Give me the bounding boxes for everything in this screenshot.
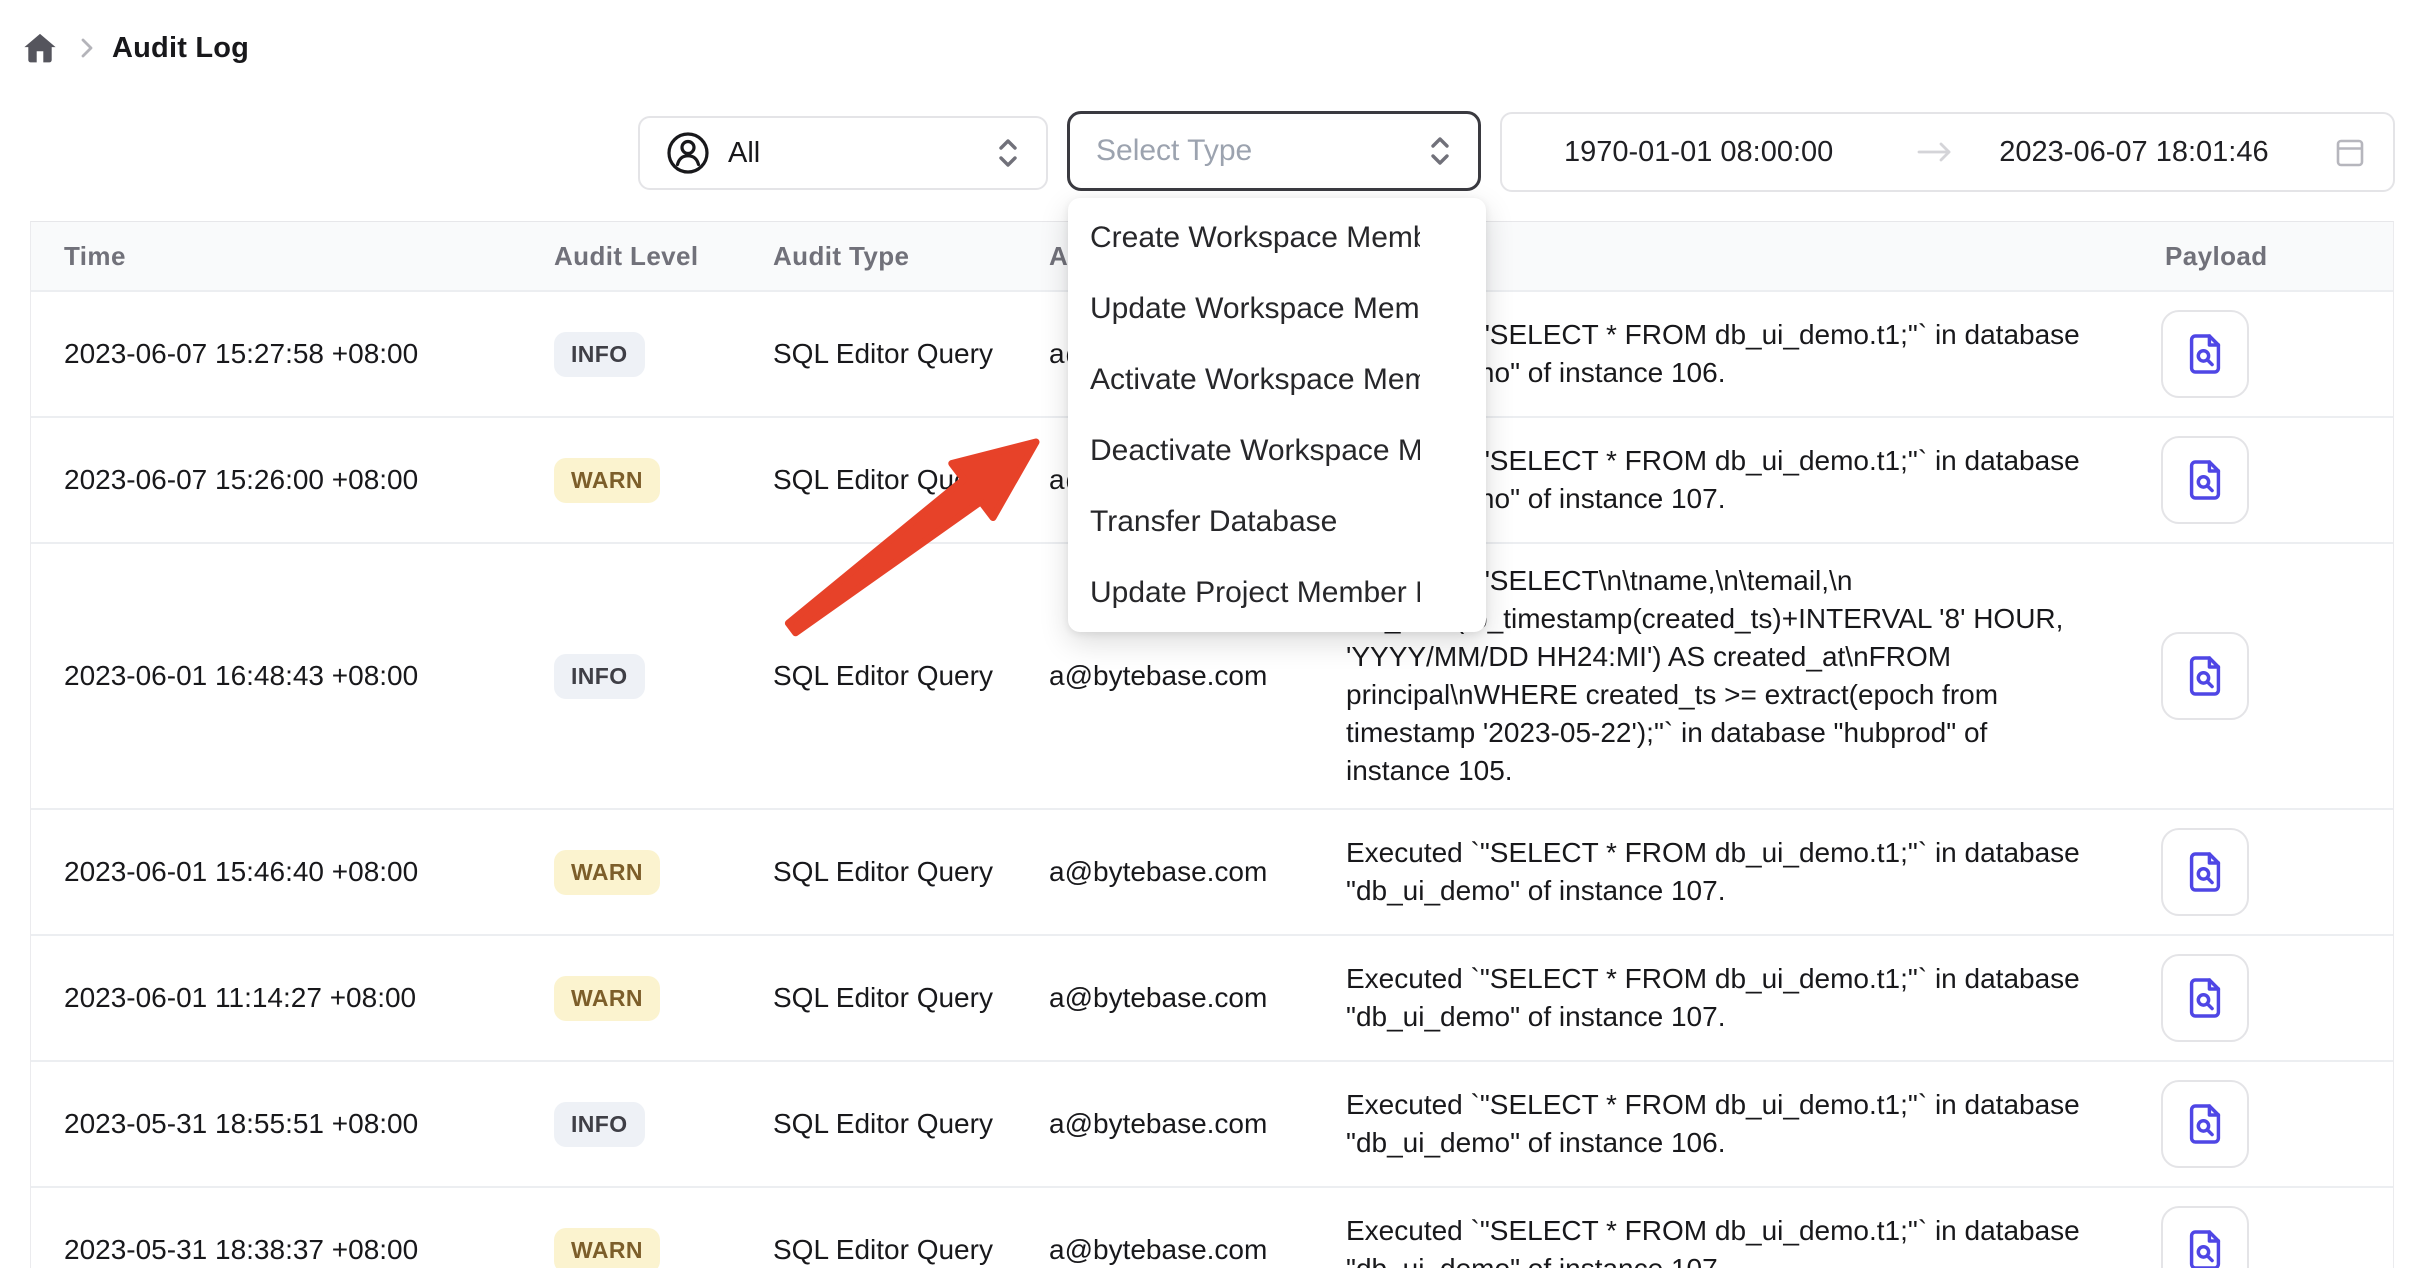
audit-level-badge: WARN xyxy=(554,850,660,895)
dropdown-option[interactable]: Transfer Database xyxy=(1068,486,1486,557)
cell-actor: a@bytebase.com xyxy=(1049,982,1346,1014)
cell-comment: Executed `"SELECT * FROM db_ui_demo.t1;"… xyxy=(1346,960,2161,1036)
file-search-icon xyxy=(2182,331,2228,377)
actor-filter-select[interactable]: All xyxy=(638,116,1048,190)
cell-comment: Executed `"SELECT * FROM db_ui_demo.t1;"… xyxy=(1346,834,2161,910)
date-range-end[interactable]: 2023-06-07 18:01:46 xyxy=(1999,136,2268,169)
cell-audit-level: INFO xyxy=(554,654,773,699)
dropdown-option[interactable]: Create Workspace Member xyxy=(1068,202,1486,273)
cell-audit-type: SQL Editor Query xyxy=(773,982,1049,1014)
home-icon[interactable] xyxy=(20,28,60,68)
dropdown-option[interactable]: Update Project Member Role xyxy=(1068,557,1486,628)
view-payload-button[interactable] xyxy=(2161,828,2249,916)
cell-audit-level: WARN xyxy=(554,976,773,1021)
cell-audit-type: SQL Editor Query xyxy=(773,1234,1049,1266)
file-search-icon xyxy=(2182,1101,2228,1147)
file-search-icon xyxy=(2182,975,2228,1021)
dropdown-option[interactable]: Activate Workspace Member xyxy=(1068,344,1486,415)
table-row: 2023-06-01 11:14:27 +08:00 WARN SQL Edit… xyxy=(31,936,2393,1062)
table-row: 2023-06-01 15:46:40 +08:00 WARN SQL Edit… xyxy=(31,810,2393,936)
cell-comment: Executed `"SELECT * FROM db_ui_demo.t1;"… xyxy=(1346,1086,2161,1162)
audit-level-badge: INFO xyxy=(554,332,645,377)
type-filter-select[interactable]: Select Type xyxy=(1067,111,1481,191)
chevron-up-down-icon xyxy=(994,134,1022,172)
cell-actor: a@bytebase.com xyxy=(1049,856,1346,888)
cell-audit-type: SQL Editor Query xyxy=(773,464,1049,496)
view-payload-button[interactable] xyxy=(2161,1206,2249,1268)
type-filter-placeholder: Select Type xyxy=(1096,134,1252,168)
cell-time: 2023-06-01 11:14:27 +08:00 xyxy=(31,982,554,1014)
table-row: 2023-05-31 18:55:51 +08:00 INFO SQL Edit… xyxy=(31,1062,2393,1188)
cell-comment: Executed `"SELECT * FROM db_ui_demo.t1;"… xyxy=(1346,1212,2161,1268)
file-search-icon xyxy=(2182,457,2228,503)
arrow-right-icon xyxy=(1915,138,1955,166)
audit-level-badge: INFO xyxy=(554,1102,645,1147)
file-search-icon xyxy=(2182,849,2228,895)
table-row: 2023-05-31 18:38:37 +08:00 WARN SQL Edit… xyxy=(31,1188,2393,1268)
view-payload-button[interactable] xyxy=(2161,310,2249,398)
cell-audit-level: WARN xyxy=(554,458,773,503)
page-title: Audit Log xyxy=(112,32,249,65)
audit-level-badge: WARN xyxy=(554,1228,660,1268)
cell-audit-level: WARN xyxy=(554,850,773,895)
audit-level-badge: WARN xyxy=(554,976,660,1021)
cell-audit-level: INFO xyxy=(554,332,773,377)
view-payload-button[interactable] xyxy=(2161,632,2249,720)
file-search-icon xyxy=(2182,653,2228,699)
cell-actor: a@bytebase.com xyxy=(1049,1108,1346,1140)
view-payload-button[interactable] xyxy=(2161,1080,2249,1168)
cell-time: 2023-06-07 15:27:58 +08:00 xyxy=(31,338,554,370)
cell-audit-type: SQL Editor Query xyxy=(773,660,1049,692)
cell-audit-level: WARN xyxy=(554,1228,773,1268)
column-header-audit-level: Audit Level xyxy=(554,241,773,272)
date-range-start[interactable]: 1970-01-01 08:00:00 xyxy=(1564,136,1833,169)
cell-time: 2023-05-31 18:55:51 +08:00 xyxy=(31,1108,554,1140)
file-search-icon xyxy=(2182,1227,2228,1268)
audit-level-badge: WARN xyxy=(554,458,660,503)
audit-level-badge: INFO xyxy=(554,654,645,699)
view-payload-button[interactable] xyxy=(2161,954,2249,1042)
cell-audit-type: SQL Editor Query xyxy=(773,1108,1049,1140)
cell-time: 2023-06-01 16:48:43 +08:00 xyxy=(31,660,554,692)
breadcrumb: Audit Log xyxy=(20,24,249,72)
cell-audit-level: INFO xyxy=(554,1102,773,1147)
user-circle-icon xyxy=(666,131,710,175)
cell-time: 2023-06-01 15:46:40 +08:00 xyxy=(31,856,554,888)
column-header-time: Time xyxy=(31,241,554,272)
chevron-up-down-icon xyxy=(1426,132,1454,170)
cell-time: 2023-06-07 15:26:00 +08:00 xyxy=(31,464,554,496)
cell-actor: a@bytebase.com xyxy=(1049,1234,1346,1266)
view-payload-button[interactable] xyxy=(2161,436,2249,524)
calendar-icon xyxy=(2331,133,2369,171)
cell-time: 2023-05-31 18:38:37 +08:00 xyxy=(31,1234,554,1266)
type-dropdown-menu: Create Workspace Member Update Workspace… xyxy=(1068,198,1486,632)
cell-audit-type: SQL Editor Query xyxy=(773,338,1049,370)
dropdown-option[interactable]: Update Workspace Member xyxy=(1068,273,1486,344)
date-range-picker[interactable]: 1970-01-01 08:00:00 2023-06-07 18:01:46 xyxy=(1500,112,2395,192)
column-header-audit-type: Audit Type xyxy=(773,241,1049,272)
column-header-payload: Payload xyxy=(2161,241,2394,272)
chevron-right-icon xyxy=(76,37,98,59)
actor-filter-value: All xyxy=(728,137,760,170)
dropdown-option[interactable]: Deactivate Workspace Member xyxy=(1068,415,1486,486)
cell-actor: a@bytebase.com xyxy=(1049,660,1346,692)
cell-audit-type: SQL Editor Query xyxy=(773,856,1049,888)
audit-log-page: Audit Log All Select Type xyxy=(0,0,2410,1268)
